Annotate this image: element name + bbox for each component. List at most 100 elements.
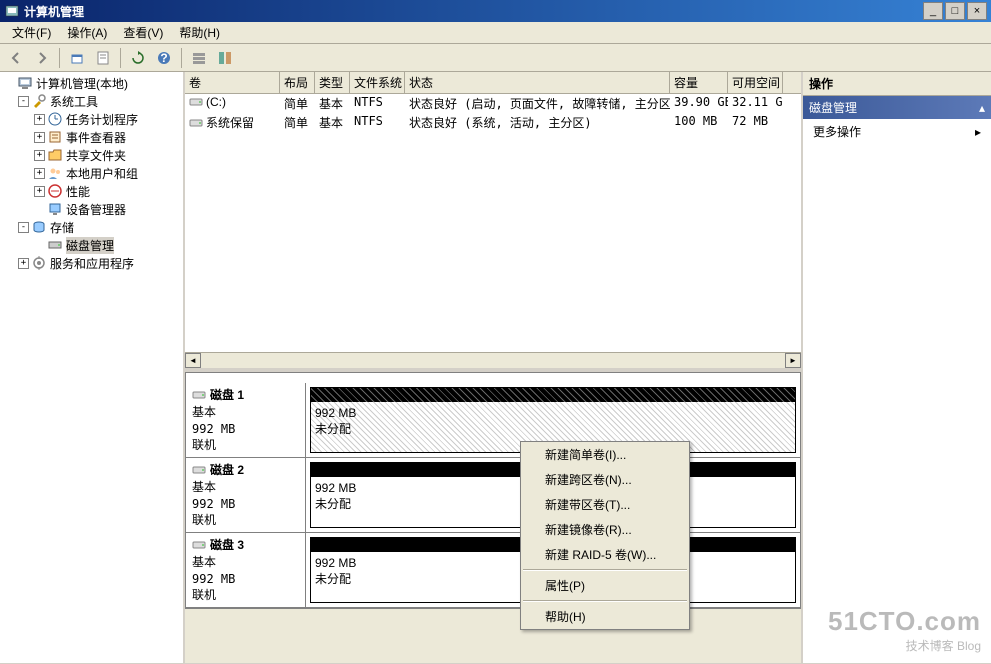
tree-expander[interactable]: + [34,114,45,125]
properties-button[interactable] [91,46,115,70]
tree-expander[interactable]: - [18,222,29,233]
tree-item[interactable]: +共享文件夹 [2,146,181,164]
volume-cell: NTFS [350,94,405,113]
refresh-button[interactable] [126,46,150,70]
tree-expander[interactable]: + [34,186,45,197]
back-button[interactable] [4,46,28,70]
tree-item[interactable]: + 性能 [2,182,181,200]
disk-row[interactable]: 磁盘 2基本992 MB联机992 MB未分配 [186,458,800,533]
tree-expander [34,204,45,215]
column-header[interactable]: 可用空间 [728,72,783,93]
computer-icon [17,75,33,91]
volume-cell: 简单 [280,94,315,113]
volume-cell: 72 MB [728,113,783,134]
tree-item[interactable]: +本地用户和组 [2,164,181,182]
scroll-track[interactable] [201,353,785,368]
sharedfolders-icon [47,147,63,163]
tree-item[interactable]: - 存储 [2,218,181,236]
more-actions-label: 更多操作 [813,123,861,140]
tree-item[interactable]: +任务计划程序 [2,110,181,128]
volume-row[interactable]: (C:)简单基本NTFS状态良好 (启动, 页面文件, 故障转储, 主分区)39… [185,94,801,113]
context-menu-item[interactable]: 帮助(H) [521,604,689,629]
disk-info: 磁盘 2基本992 MB联机 [186,458,306,532]
column-header[interactable]: 状态 [405,72,670,93]
help-button[interactable]: ? [152,46,176,70]
tree-label: 设备管理器 [66,201,126,218]
tree-expander[interactable]: + [34,168,45,179]
watermark: 51CTO.com 技术博客 Blog [828,606,981,654]
scroll-right-button[interactable]: ► [785,353,801,368]
window-buttons: _ □ × [923,2,987,20]
forward-button[interactable] [30,46,54,70]
menu-view[interactable]: 查看(V) [115,22,171,43]
menu-file[interactable]: 文件(F) [4,22,59,43]
menu-separator [523,569,687,571]
disk-graphical-area[interactable]: 磁盘 1基本992 MB联机992 MB未分配磁盘 2基本992 MB联机992… [185,372,801,663]
volume-list-body[interactable]: (C:)简单基本NTFS状态良好 (启动, 页面文件, 故障转储, 主分区)39… [185,94,801,134]
volume-cell: 基本 [315,113,350,134]
scroll-left-button[interactable]: ◄ [185,353,201,368]
tree-expander[interactable]: - [18,96,29,107]
tree-expander[interactable]: + [34,132,45,143]
diskmgmt-icon [47,237,63,253]
column-header[interactable]: 布局 [280,72,315,93]
tree-label: 系统工具 [50,93,98,110]
tree-item[interactable]: 设备管理器 [2,200,181,218]
tree-expander[interactable]: + [18,258,29,269]
minimize-button[interactable]: _ [923,2,943,20]
disk-list-button[interactable] [187,46,211,70]
tree-item[interactable]: - 系统工具 [2,92,181,110]
horizontal-scrollbar[interactable]: ◄ ► [185,352,801,368]
volume-cell: 状态良好 (启动, 页面文件, 故障转储, 主分区) [405,94,670,113]
column-header[interactable]: 容量 [670,72,728,93]
actions-section[interactable]: 磁盘管理 ▴ [803,96,991,119]
context-menu-item[interactable]: 新建跨区卷(N)... [521,467,689,492]
disk-row[interactable]: 磁盘 3基本992 MB联机992 MB未分配 [186,533,800,608]
menu-separator [523,600,687,602]
up-button[interactable] [65,46,89,70]
tree-expander[interactable]: + [34,150,45,161]
actions-header: 操作 [803,72,991,96]
users-icon [47,165,63,181]
close-button[interactable]: × [967,2,987,20]
column-header[interactable]: 文件系统 [350,72,405,93]
navigation-tree[interactable]: 计算机管理(本地)-系统工具+任务计划程序+事件查看器+共享文件夹+本地用户和组… [0,72,185,663]
actions-section-label: 磁盘管理 [809,99,857,116]
context-menu[interactable]: 新建简单卷(I)...新建跨区卷(N)...新建带区卷(T)...新建镜像卷(R… [520,441,690,630]
tree-item[interactable]: +事件查看器 [2,128,181,146]
volume-list[interactable]: 卷布局类型文件系统状态容量可用空间 (C:)简单基本NTFS状态良好 (启动, … [185,72,801,372]
volume-cell: 基本 [315,94,350,113]
more-actions[interactable]: 更多操作 ▸ [803,119,991,144]
menu-help[interactable]: 帮助(H) [171,22,228,43]
titlebar: 计算机管理 _ □ × [0,0,991,22]
context-menu-item[interactable]: 新建带区卷(T)... [521,492,689,517]
main-area: 计算机管理(本地)-系统工具+任务计划程序+事件查看器+共享文件夹+本地用户和组… [0,72,991,663]
column-header[interactable]: 卷 [185,72,280,93]
toolbar-separator [59,48,60,68]
watermark-text: 技术博客 Blog [828,637,981,654]
maximize-button[interactable]: □ [945,2,965,20]
window-title: 计算机管理 [24,3,923,20]
context-menu-item[interactable]: 属性(P) [521,573,689,598]
app-icon [4,3,20,19]
context-menu-item[interactable]: 新建简单卷(I)... [521,442,689,467]
scheduler-icon [47,111,63,127]
column-header[interactable]: 类型 [315,72,350,93]
chevron-right-icon: ▸ [975,125,981,139]
tree-label: 计算机管理(本地) [36,75,128,92]
services-icon [31,255,47,271]
context-menu-item[interactable]: 新建 RAID-5 卷(W)... [521,542,689,567]
disk-graphic-button[interactable] [213,46,237,70]
tree-label: 性能 [66,183,90,200]
disk-row[interactable]: 磁盘 1基本992 MB联机992 MB未分配 [186,383,800,458]
tree-label: 存储 [50,219,74,236]
tree-item[interactable]: +服务和应用程序 [2,254,181,272]
tree-item[interactable]: 磁盘管理 [2,236,181,254]
menubar: 文件(F) 操作(A) 查看(V) 帮助(H) [0,22,991,44]
menu-action[interactable]: 操作(A) [59,22,115,43]
volume-cell: 39.90 GB [670,94,728,113]
context-menu-item[interactable]: 新建镜像卷(R)... [521,517,689,542]
volume-row[interactable]: 系统保留简单基本NTFS状态良好 (系统, 活动, 主分区)100 MB72 M… [185,113,801,134]
volume-cell: 系统保留 [185,113,280,134]
tree-item[interactable]: 计算机管理(本地) [2,74,181,92]
